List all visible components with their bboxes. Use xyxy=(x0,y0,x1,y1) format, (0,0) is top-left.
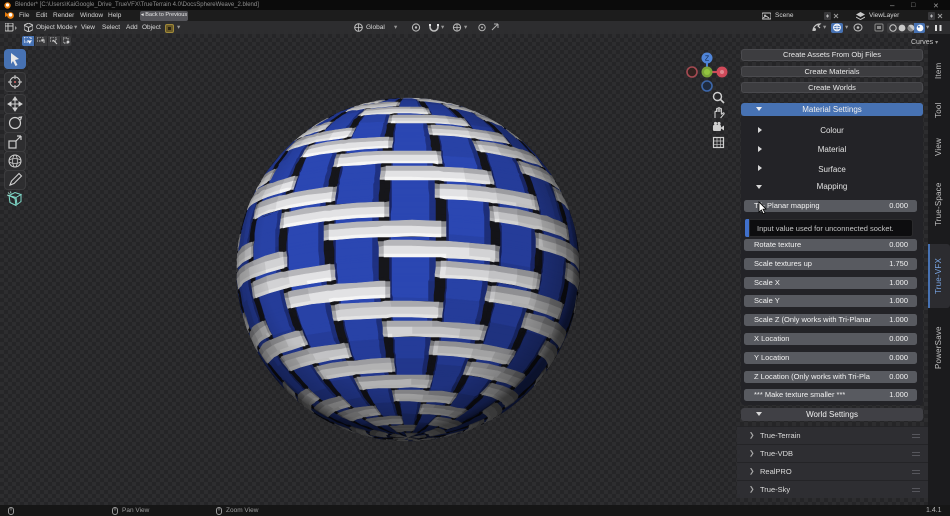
svg-text:Z: Z xyxy=(705,56,710,63)
